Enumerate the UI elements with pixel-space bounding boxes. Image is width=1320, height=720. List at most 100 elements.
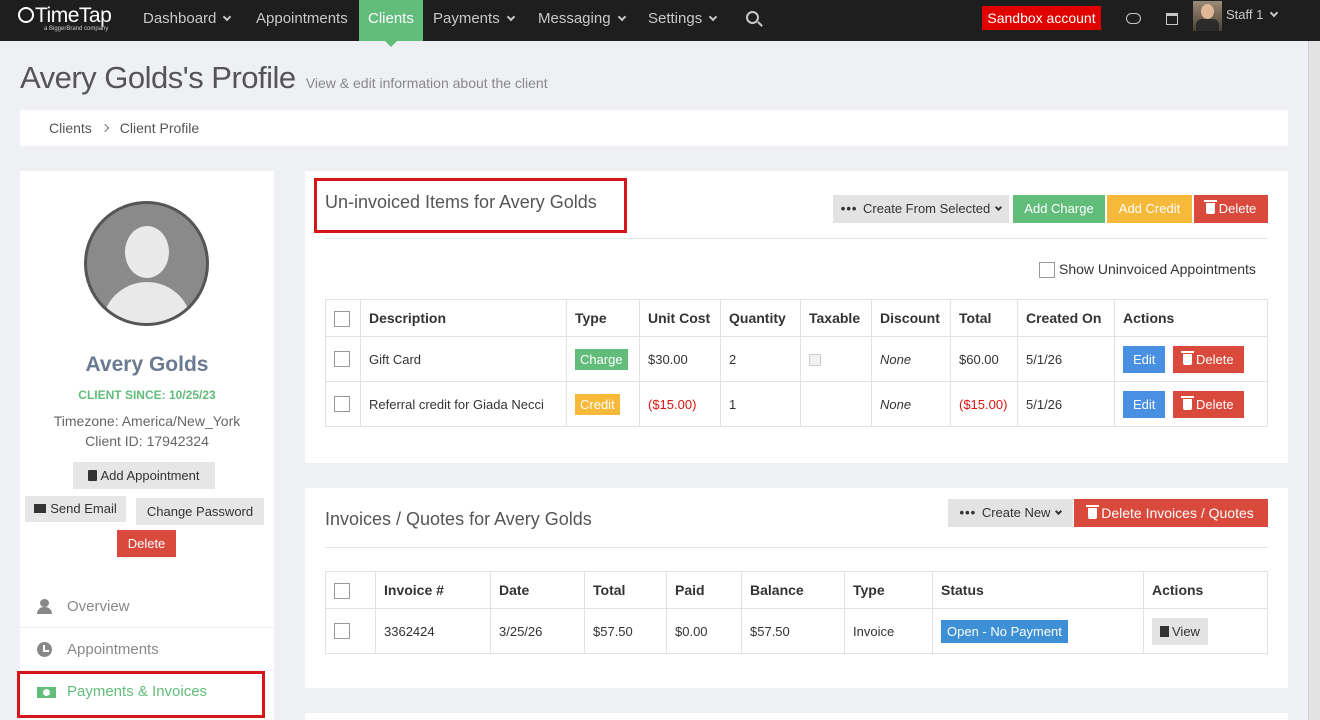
add-credit-button[interactable]: Add Credit (1107, 195, 1192, 223)
select-all-cell (325, 299, 361, 337)
chevron-down-icon (506, 12, 515, 22)
nav-dashboard[interactable]: Dashboard (143, 0, 232, 41)
chevron-right-icon (100, 123, 110, 133)
nav-messaging[interactable]: Messaging (538, 0, 626, 41)
row-checkbox[interactable] (334, 351, 350, 368)
add-appointment-label: Add Appointment (100, 468, 200, 483)
cell-discount: None (871, 381, 951, 427)
change-password-button[interactable]: Change Password (136, 498, 264, 525)
nav-payments[interactable]: Payments (433, 0, 515, 41)
cell-taxable (800, 381, 872, 427)
create-from-selected-button[interactable]: ••• Create From Selected (833, 195, 1009, 223)
nav-settings-label: Settings (648, 10, 703, 27)
breadcrumb-clients[interactable]: Clients (49, 120, 92, 136)
edit-button[interactable]: Edit (1123, 345, 1166, 373)
select-all-checkbox[interactable] (334, 310, 350, 327)
col-quantity[interactable]: Quantity (720, 299, 801, 337)
invoices-table: Invoice # Date Total Paid Balance Type S… (325, 571, 1268, 654)
calendar-icon[interactable] (1166, 13, 1178, 25)
logo-text: TimeTap (35, 4, 112, 27)
breadcrumb-client-profile: Client Profile (119, 120, 200, 136)
clock-icon (37, 642, 52, 657)
uninvoiced-table: Description Type Unit Cost Quantity Taxa… (325, 299, 1268, 427)
client-timezone: Timezone: America/New_York (53, 413, 241, 429)
cell-actions: Edit Delete (1114, 381, 1268, 427)
col-taxable[interactable]: Taxable (800, 299, 872, 337)
cell-actions: Edit Delete (1114, 336, 1268, 382)
chevron-down-icon (617, 12, 626, 22)
col-total[interactable]: Total (950, 299, 1018, 337)
client-id: Client ID: 17942324 (85, 433, 209, 449)
delete-row-button[interactable]: Delete (1173, 390, 1244, 418)
scrollbar[interactable] (1308, 41, 1320, 720)
create-new-label: Create New (981, 505, 1051, 520)
select-all-checkbox[interactable] (334, 582, 350, 599)
delete-client-button[interactable]: Delete (117, 530, 176, 557)
col-discount[interactable]: Discount (871, 299, 951, 337)
client-since: CLIENT SINCE: 10/25/23 (78, 388, 216, 402)
book-icon (88, 470, 98, 481)
col-total[interactable]: Total (584, 571, 667, 609)
page-title-text: Avery Golds's Profile (20, 60, 296, 95)
col-unit-cost[interactable]: Unit Cost (639, 299, 721, 337)
cell-total: ($15.00) (950, 381, 1018, 427)
nav-appointments[interactable]: Appointments (256, 0, 348, 41)
breadcrumb: Clients Client Profile (20, 110, 1288, 146)
row-checkbox[interactable] (334, 396, 350, 413)
invoices-title: Invoices / Quotes for Avery Golds (325, 509, 592, 529)
timetap-logo[interactable]: TimeTap a BiggerBrand company (18, 2, 112, 32)
cell-invoice-number[interactable]: 3362424 (375, 608, 491, 654)
nav-clients[interactable]: Clients (359, 0, 423, 47)
type-badge: Credit (575, 393, 620, 415)
delete-invoices-label: Delete Invoices / Quotes (1101, 505, 1254, 521)
add-appointment-button[interactable]: Add Appointment (73, 462, 215, 489)
create-new-button[interactable]: ••• Create New (948, 499, 1073, 527)
chat-icon[interactable] (1126, 13, 1141, 24)
cell-quantity: 2 (720, 336, 801, 382)
delete-row-label: Delete (1196, 351, 1234, 367)
col-type[interactable]: Type (844, 571, 933, 609)
client-sidebar: Avery Golds CLIENT SINCE: 10/25/23 Timez… (20, 171, 274, 720)
row-select-cell (325, 381, 361, 427)
chevron-down-icon (1055, 507, 1063, 516)
view-label: View (1172, 623, 1200, 639)
side-nav-appointments[interactable]: Appointments (20, 629, 274, 671)
highlight-box (314, 178, 627, 233)
search-icon[interactable] (746, 11, 759, 24)
delete-uninvoiced-button[interactable]: Delete (1194, 195, 1268, 223)
create-from-selected-label: Create From Selected (863, 201, 991, 216)
cell-status: Open - No Payment (932, 608, 1144, 654)
col-type[interactable]: Type (566, 299, 640, 337)
row-checkbox[interactable] (334, 623, 350, 640)
clock-icon (18, 7, 34, 23)
cell-actions: View (1143, 608, 1268, 654)
nav-dashboard-label: Dashboard (143, 10, 217, 27)
show-uninvoiced-checkbox[interactable] (1039, 262, 1055, 278)
row-select-cell (325, 336, 361, 382)
add-charge-button[interactable]: Add Charge (1013, 195, 1105, 223)
divider (325, 547, 1268, 548)
delete-row-button[interactable]: Delete (1173, 345, 1244, 373)
col-status[interactable]: Status (932, 571, 1144, 609)
nav-settings[interactable]: Settings (648, 0, 718, 41)
select-all-cell (325, 571, 376, 609)
delete-invoices-button[interactable]: Delete Invoices / Quotes (1074, 499, 1268, 527)
table-row: 3362424 3/25/26 $57.50 $0.00 $57.50 Invo… (325, 608, 1268, 654)
send-email-button[interactable]: Send Email (25, 496, 126, 522)
staff-menu[interactable]: Staff 1 (1226, 7, 1279, 22)
col-date[interactable]: Date (490, 571, 585, 609)
avatar[interactable] (1193, 1, 1222, 31)
staff-name: Staff 1 (1226, 7, 1264, 22)
trash-icon (1203, 200, 1217, 214)
col-balance[interactable]: Balance (741, 571, 845, 609)
col-paid[interactable]: Paid (666, 571, 742, 609)
view-invoice-button[interactable]: View (1152, 617, 1208, 645)
side-nav-overview[interactable]: Overview (20, 586, 274, 628)
col-invoice-number[interactable]: Invoice # (375, 571, 491, 609)
cell-type: Charge (566, 336, 640, 382)
col-description[interactable]: Description (360, 299, 567, 337)
cell-description: Gift Card (360, 336, 567, 382)
edit-button[interactable]: Edit (1123, 390, 1166, 418)
table-row: Referral credit for Giada Necci Credit (… (325, 381, 1268, 427)
col-created-on[interactable]: Created On (1017, 299, 1115, 337)
